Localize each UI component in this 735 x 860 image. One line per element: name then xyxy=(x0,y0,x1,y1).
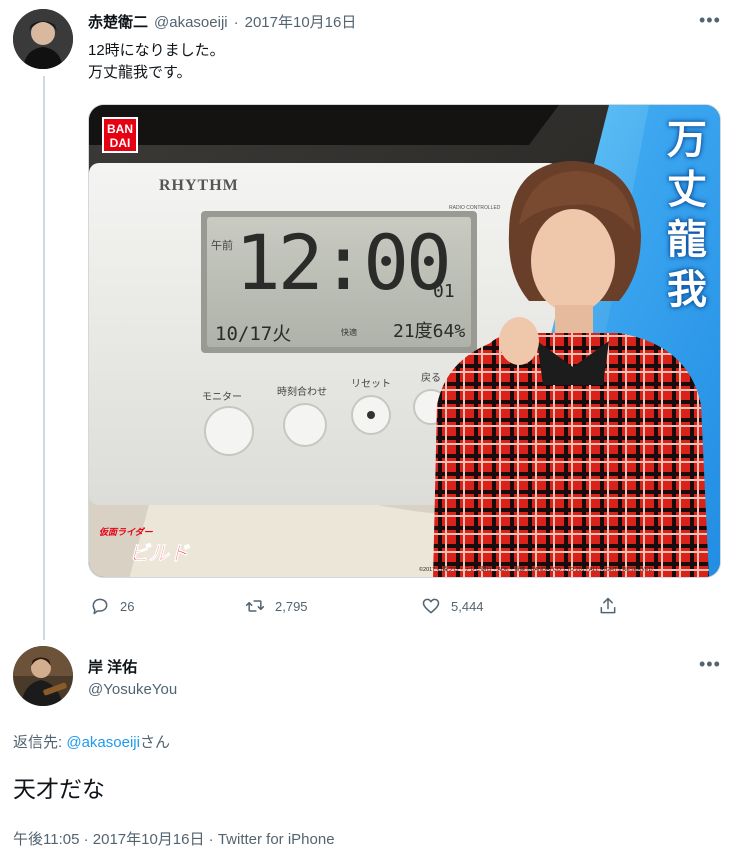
tweet-text-line-1: 12時になりました。 xyxy=(88,42,225,59)
heart-icon xyxy=(422,598,440,614)
like-action[interactable]: 5,444 xyxy=(421,596,484,616)
retweet-action[interactable]: 2,795 xyxy=(245,596,308,616)
tweet-header: 赤楚衛二 @akasoeiji · 2017年10月16日 xyxy=(88,11,356,32)
header-separator: · xyxy=(233,14,239,31)
user-handle[interactable]: @akasoeiji xyxy=(154,14,228,31)
clock-time: 12:00 xyxy=(235,218,452,307)
reply-action[interactable]: 26 xyxy=(90,596,134,616)
clock-model-text: RADIO CONTROLLED xyxy=(449,205,501,211)
clock-temperature: 21度64% xyxy=(393,321,466,342)
reply-icon xyxy=(92,598,108,615)
reply-count: 26 xyxy=(120,598,135,614)
avatar-akasoeiji[interactable] xyxy=(13,9,73,69)
clock-brand: RHYTHM xyxy=(159,177,239,194)
side-banner-name: 万丈龍我 xyxy=(667,118,707,312)
avatar-yosukeyou[interactable] xyxy=(13,646,73,706)
bandai-logo: BAN DAI xyxy=(102,117,138,153)
show-logo-line-2: ビルド xyxy=(129,543,190,566)
replying-to: 返信先: @akasoeijiさん xyxy=(13,731,170,752)
reply-timestamp[interactable]: 午後11:05 · 2017年10月16日 · Twitter for iPho… xyxy=(13,828,335,849)
more-options-button[interactable]: ••• xyxy=(699,10,721,31)
retweet-icon xyxy=(245,600,265,612)
tweet-text: 12時になりました。 万丈龍我です。 xyxy=(88,40,225,84)
more-icon: ••• xyxy=(699,654,721,674)
reply-display-name[interactable]: 岸 洋佑 xyxy=(88,656,137,677)
clock-button-back: 戻る xyxy=(421,373,441,384)
clock-button-reset: リセット xyxy=(351,379,391,390)
clock-temp-label: 快適 xyxy=(341,328,357,337)
replying-to-prefix: 返信先: xyxy=(13,734,67,751)
avatar-image xyxy=(13,9,73,69)
reply-user-handle[interactable]: @YosukeYou xyxy=(88,681,177,698)
media-copyright: ©2017 石森プロ・テレビ朝日・ADK・東映 ©BANDAI CO.,LTD … xyxy=(419,567,655,573)
reply-text: 天才だな xyxy=(13,776,105,802)
clock-ampm: 午前 xyxy=(211,240,233,252)
tweet-media-image[interactable]: BAN DAI RHYTHM RADIO CONTROLLED 午前 12:00… xyxy=(88,104,721,578)
replying-to-suffix: さん xyxy=(139,734,170,751)
tweet-text-line-2: 万丈龍我です。 xyxy=(88,64,192,81)
clock-button-time-set: 時刻合わせ xyxy=(277,387,327,398)
tweet-date[interactable]: 2017年10月16日 xyxy=(245,11,357,32)
share-action[interactable] xyxy=(598,596,618,616)
retweet-count: 2,795 xyxy=(275,598,308,614)
clock-date: 10/17火 xyxy=(215,323,292,345)
like-count: 5,444 xyxy=(451,598,484,614)
thread-line xyxy=(43,76,45,640)
bandai-logo-line-2: DAI xyxy=(109,136,131,150)
reply-more-options-button[interactable]: ••• xyxy=(699,654,721,675)
display-name[interactable]: 赤楚衛二 xyxy=(88,11,148,32)
bandai-logo-line-1: BAN xyxy=(107,122,133,136)
clock-button-monitor: モニター xyxy=(202,392,242,403)
replying-to-handle-link[interactable]: @akasoeiji xyxy=(66,734,140,751)
avatar-image xyxy=(13,646,73,706)
clock-seconds: 01 xyxy=(433,281,455,302)
share-icon xyxy=(600,597,616,614)
more-icon: ••• xyxy=(699,10,721,30)
